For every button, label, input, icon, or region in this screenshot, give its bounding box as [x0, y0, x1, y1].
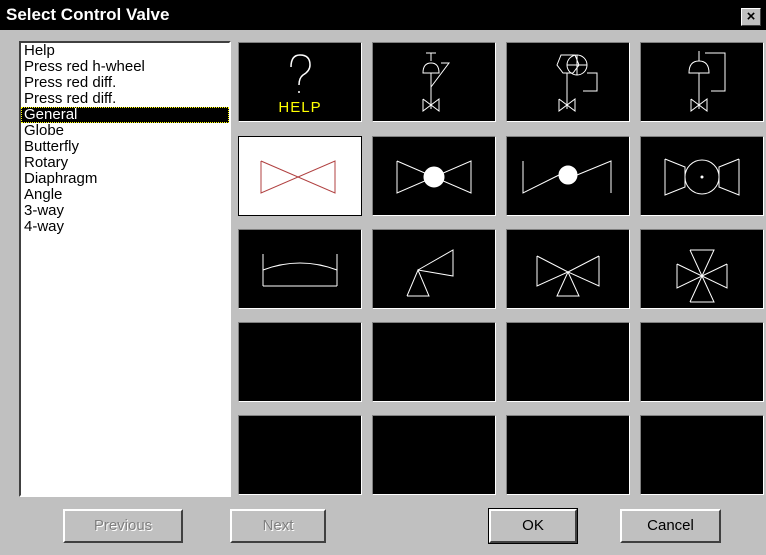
butterfly-valve-icon — [522, 160, 612, 194]
symbol-cell[interactable] — [506, 229, 630, 309]
symbol-cell[interactable] — [372, 136, 496, 216]
symbol-cell-empty[interactable] — [640, 322, 764, 402]
list-item[interactable]: Angle — [21, 187, 229, 203]
symbol-cell[interactable] — [372, 229, 496, 309]
angle-valve-icon — [406, 249, 454, 297]
valve-hand-wheel-icon — [422, 52, 450, 112]
rotary-valve-icon — [664, 158, 740, 196]
valve-type-list[interactable]: Help Press red h-wheel Press red diff. P… — [19, 41, 231, 497]
symbol-cell[interactable] — [640, 42, 764, 122]
help-label: HELP — [278, 99, 322, 116]
symbol-cell-empty[interactable] — [372, 322, 496, 402]
list-item[interactable]: 4-way — [21, 219, 229, 235]
symbol-cell-empty[interactable] — [238, 415, 362, 495]
list-item-selected[interactable]: General — [21, 107, 229, 123]
symbol-cell[interactable] — [238, 229, 362, 309]
list-item[interactable]: Globe — [21, 123, 229, 139]
list-item[interactable]: Press red diff. — [21, 75, 229, 91]
list-item[interactable]: Press red diff. — [21, 91, 229, 107]
list-item[interactable]: Rotary — [21, 155, 229, 171]
symbol-cell-selected[interactable] — [238, 136, 362, 216]
symbol-cell[interactable] — [506, 42, 630, 122]
symbol-cell[interactable] — [640, 136, 764, 216]
symbol-cell-help[interactable]: HELP — [238, 42, 362, 122]
next-button[interactable]: Next — [230, 509, 326, 543]
symbol-cell-empty[interactable] — [506, 322, 630, 402]
symbol-cell-empty[interactable] — [238, 322, 362, 402]
four-way-valve-icon — [676, 249, 728, 303]
general-valve-icon — [260, 160, 336, 194]
symbol-cell[interactable] — [640, 229, 764, 309]
symbol-cell-empty[interactable] — [640, 415, 764, 495]
symbol-cell-empty[interactable] — [372, 415, 496, 495]
title-bar: Select Control Valve × — [0, 0, 766, 30]
close-button[interactable]: × — [741, 8, 761, 26]
symbol-cell-empty[interactable] — [506, 415, 630, 495]
valve-pressure-diff-icon — [556, 54, 598, 112]
symbol-cell[interactable] — [372, 42, 496, 122]
globe-valve-icon — [396, 160, 472, 194]
diaphragm-valve-icon — [262, 254, 338, 287]
previous-button[interactable]: Previous — [63, 509, 183, 543]
three-way-valve-icon — [536, 255, 600, 297]
window-title: Select Control Valve — [6, 5, 170, 24]
list-item[interactable]: Help — [21, 43, 229, 59]
list-item[interactable]: Press red h-wheel — [21, 59, 229, 75]
ok-button[interactable]: OK — [488, 508, 578, 544]
valve-diaphragm-actuator-icon — [688, 51, 726, 112]
cancel-button[interactable]: Cancel — [620, 509, 721, 543]
list-item[interactable]: Diaphragm — [21, 171, 229, 187]
list-item[interactable]: Butterfly — [21, 139, 229, 155]
symbol-cell[interactable] — [506, 136, 630, 216]
list-item[interactable]: 3-way — [21, 203, 229, 219]
